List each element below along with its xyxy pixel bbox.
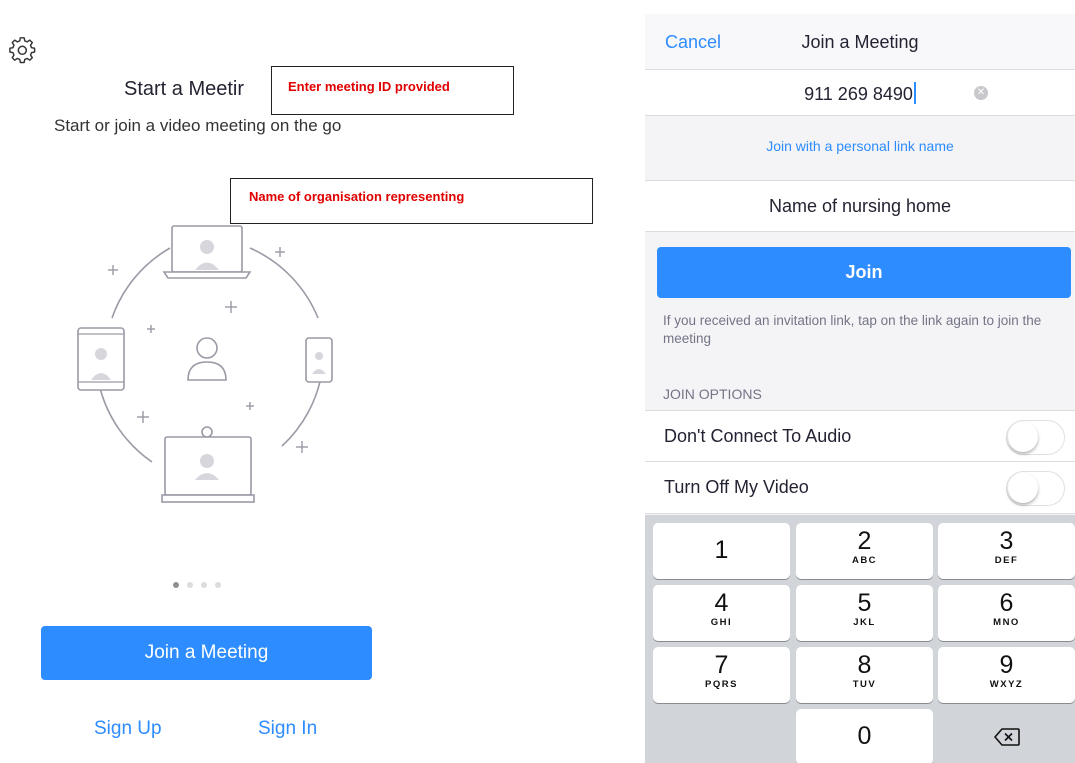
name-input[interactable]: Name of nursing home (645, 196, 1075, 217)
key-8[interactable]: 8 TUV (796, 647, 933, 703)
join-meeting-button[interactable]: Join a Meeting (41, 626, 372, 680)
meeting-id-value: 911 269 8490 (804, 84, 913, 104)
key-letters: JKL (853, 617, 876, 628)
key-2[interactable]: 2 ABC (796, 523, 933, 579)
clear-icon[interactable]: ✕ (974, 86, 988, 100)
key-1[interactable]: 1 (653, 523, 790, 579)
key-6[interactable]: 6 MNO (938, 585, 1075, 641)
annotation-meeting-id: Enter meeting ID provided (271, 66, 514, 115)
page-dot[interactable] (201, 582, 207, 588)
page-indicator[interactable] (173, 582, 221, 588)
text-caret (913, 82, 916, 104)
meeting-id-field[interactable]: 911 269 8490 ✕ (645, 70, 1075, 116)
page-dot[interactable] (173, 582, 179, 588)
no-audio-toggle[interactable] (1006, 420, 1065, 455)
option-label: Turn Off My Video (664, 477, 809, 497)
key-letters: DEF (994, 555, 1019, 566)
page-subtitle: Start or join a video meeting on the go (54, 116, 342, 135)
gear-icon[interactable] (8, 36, 38, 66)
name-field[interactable]: Name of nursing home (645, 180, 1075, 232)
key-letters: PQRS (705, 679, 738, 690)
page-dot[interactable] (187, 582, 193, 588)
key-4[interactable]: 4 GHI (653, 585, 790, 641)
option-video-off: Turn Off My Video (645, 462, 1075, 514)
key-number: 3 (999, 527, 1014, 555)
numeric-keypad: 1 2 ABC 3 DEF 4 GHI 5 JKL 6 MNO 7 PQRS 8 TUV 9W… (645, 515, 1075, 763)
toggle-knob (1008, 473, 1038, 503)
page-dot[interactable] (215, 582, 221, 588)
key-5[interactable]: 5 JKL (796, 585, 933, 641)
key-number: 8 (857, 651, 872, 679)
key-letters: TUV (852, 679, 877, 690)
delete-key[interactable] (938, 709, 1075, 763)
key-3[interactable]: 3 DEF (938, 523, 1075, 579)
key-number: 5 (857, 589, 872, 617)
key-letters: GHI (710, 617, 733, 628)
key-0[interactable]: 0 (796, 709, 933, 763)
key-number: 6 (999, 589, 1014, 617)
option-label: Don't Connect To Audio (664, 426, 852, 446)
personal-link-button[interactable]: Join with a personal link name (645, 138, 1075, 154)
meeting-id-input[interactable]: 911 269 8490 (645, 82, 1075, 105)
key-number: 4 (714, 589, 729, 617)
toggle-knob (1008, 422, 1038, 452)
start-screen: Start a Meetir Enter meeting ID provided… (0, 0, 600, 763)
nav-bar: Cancel Join a Meeting (645, 14, 1075, 70)
key-7[interactable]: 7 PQRS (653, 647, 790, 703)
backspace-icon (993, 728, 1020, 746)
key-number: 2 (857, 527, 872, 555)
join-button[interactable]: Join (657, 247, 1071, 298)
invitation-hint: If you received an invitation link, tap … (663, 313, 1042, 346)
sign-in-link[interactable]: Sign In (258, 718, 317, 740)
key-9[interactable]: 9 WXYZ (938, 647, 1075, 703)
key-number: 9 (999, 651, 1014, 679)
option-no-audio: Don't Connect To Audio (645, 410, 1075, 462)
key-letters: MNO (993, 617, 1020, 628)
key-number: 1 (714, 536, 729, 564)
key-letters: WXYZ (989, 679, 1024, 690)
key-number: 0 (857, 722, 872, 750)
sign-up-link[interactable]: Sign Up (94, 718, 162, 740)
nav-title: Join a Meeting (801, 32, 919, 52)
key-letters: ABC (851, 555, 878, 566)
page-title: Start a Meetir (124, 78, 245, 100)
devices-illustration (77, 225, 333, 503)
join-options-header: JOIN OPTIONS (663, 386, 762, 402)
key-number: 7 (714, 651, 729, 679)
video-off-toggle[interactable] (1006, 471, 1065, 506)
join-meeting-screen: Cancel Join a Meeting 911 269 8490 ✕ Joi… (645, 14, 1075, 763)
